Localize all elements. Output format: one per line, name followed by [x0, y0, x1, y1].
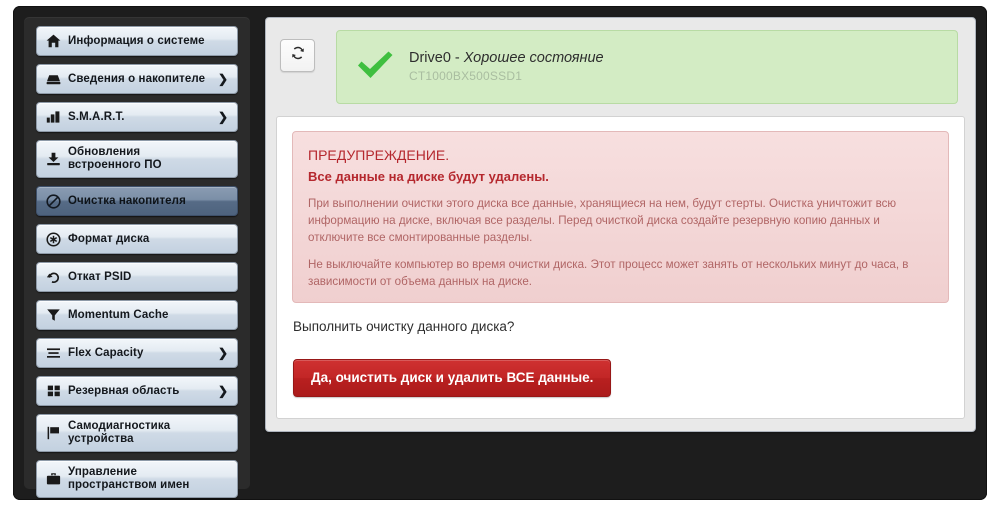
warning-paragraph-2: Не выключайте компьютер во время очистки… — [308, 258, 909, 288]
sidebar-item-smart[interactable]: S.M.A.R.T. ❯ — [36, 102, 238, 132]
funnel-icon — [45, 307, 62, 324]
sidebar-item-label: Самодиагностика устройства — [68, 420, 171, 445]
revert-icon — [45, 269, 62, 286]
drive-name: Drive0 - — [409, 50, 464, 66]
sidebar-item-sanitize-drive[interactable]: Очистка накопителя — [36, 186, 238, 216]
download-icon — [45, 151, 62, 168]
panel-body: ПРЕДУПРЕЖДЕНИЕ. Все данные на диске буду… — [276, 116, 965, 419]
warning-heading: ПРЕДУПРЕЖДЕНИЕ. — [308, 147, 450, 163]
briefcase-icon — [45, 471, 62, 488]
chevron-right-icon: ❯ — [217, 110, 228, 124]
app-window: Информация о системе Сведения о накопите… — [13, 6, 987, 500]
warning-subheading: Все данные на диске будут удалены. — [308, 169, 549, 184]
sidebar-item-momentum-cache[interactable]: Momentum Cache — [36, 300, 238, 330]
green-check-icon — [355, 49, 395, 86]
warning-paragraph-1: При выполнении очистки этого диска все д… — [308, 197, 897, 244]
hard-drive-icon — [45, 71, 62, 88]
sidebar-item-flex-capacity[interactable]: Flex Capacity ❯ — [36, 338, 238, 368]
chevron-right-icon: ❯ — [217, 72, 228, 86]
sidebar-item-over-provisioning[interactable]: Резервная область ❯ — [36, 376, 238, 406]
sidebar-item-label: Сведения о накопителе — [68, 72, 206, 85]
ban-icon — [45, 193, 62, 210]
sidebar-item-format-drive[interactable]: Формат диска — [36, 224, 238, 254]
sidebar-item-label: Информация о системе — [68, 34, 205, 47]
refresh-icon — [290, 45, 306, 66]
sidebar-item-label: Откат PSID — [68, 270, 132, 283]
sidebar-nav: Информация о системе Сведения о накопите… — [24, 17, 250, 498]
refresh-button[interactable] — [280, 39, 315, 72]
home-icon — [45, 33, 62, 50]
sidebar-item-label: Управление пространством имен — [68, 466, 190, 491]
flag-icon — [45, 425, 62, 442]
sidebar-item-label: Flex Capacity — [68, 346, 144, 359]
sidebar-item-label: Обновления встроенного ПО — [68, 146, 162, 171]
drive-status-text: Drive0 - Хорошее состояние CT1000BX500SS… — [409, 50, 604, 84]
sidebar-item-namespace-management[interactable]: Управление пространством имен — [36, 460, 238, 498]
confirmation-prompt: Выполнить очистку данного диска? — [293, 319, 515, 334]
sidebar-item-label: Momentum Cache — [68, 308, 169, 321]
list-lines-icon — [45, 345, 62, 362]
sidebar-item-firmware-updates[interactable]: Обновления встроенного ПО — [36, 140, 238, 178]
drive-status-title: Drive0 - Хорошее состояние — [409, 50, 604, 67]
sidebar-item-system-info[interactable]: Информация о системе — [36, 26, 238, 56]
drive-health: Хорошее состояние — [463, 50, 604, 66]
chevron-right-icon: ❯ — [217, 346, 228, 360]
asterisk-circle-icon — [45, 231, 62, 248]
bar-chart-icon — [45, 109, 62, 126]
sidebar-item-label: Резервная область — [68, 384, 180, 397]
panel-header: Drive0 - Хорошее состояние CT1000BX500SS… — [266, 18, 975, 104]
sidebar-item-label: Очистка накопителя — [68, 194, 186, 207]
warning-box: ПРЕДУПРЕЖДЕНИЕ. Все данные на диске буду… — [292, 131, 949, 303]
drive-model: CT1000BX500SSD1 — [409, 69, 523, 83]
main-content-panel: Drive0 - Хорошее состояние CT1000BX500SS… — [265, 17, 976, 432]
sidebar-item-label: S.M.A.R.T. — [68, 110, 125, 123]
grid-squares-icon — [45, 383, 62, 400]
drive-status-banner: Drive0 - Хорошее состояние CT1000BX500SS… — [336, 30, 958, 104]
sidebar-item-drive-details[interactable]: Сведения о накопителе ❯ — [36, 64, 238, 94]
sidebar-item-psid-revert[interactable]: Откат PSID — [36, 262, 238, 292]
erase-drive-button[interactable]: Да, очистить диск и удалить ВСЕ данные. — [293, 359, 612, 397]
sidebar-item-label: Формат диска — [68, 232, 150, 245]
chevron-right-icon: ❯ — [217, 384, 228, 398]
sidebar-item-device-self-test[interactable]: Самодиагностика устройства — [36, 414, 238, 452]
